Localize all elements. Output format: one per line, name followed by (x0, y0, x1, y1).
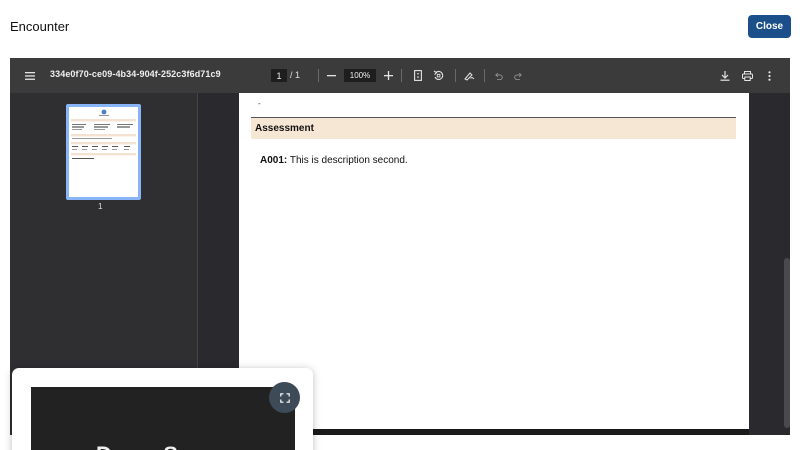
pip-preview-text: Demo Ser (96, 442, 199, 450)
dialog-header: Encounter Close (0, 0, 800, 54)
download-icon[interactable] (718, 58, 732, 93)
draw-icon[interactable] (462, 58, 476, 93)
page-text-dash: - (258, 99, 261, 108)
pip-video[interactable]: Demo Ser (31, 387, 295, 450)
toolbar-divider (318, 69, 319, 82)
undo-icon[interactable] (492, 58, 504, 93)
page-bottom-edge (239, 429, 749, 435)
plus-icon[interactable] (382, 58, 394, 93)
section-heading: Assessment (251, 118, 736, 139)
toolbar-divider (484, 69, 485, 82)
scrollbar-thumb[interactable] (784, 258, 790, 428)
assessment-description: This is description second. (287, 155, 408, 166)
more-vert-icon[interactable] (763, 58, 775, 93)
toolbar-divider (401, 69, 402, 82)
document-filename: 334e0f70-ce09-4b34-904f-252c3f6d71c9 (50, 69, 221, 79)
fit-page-icon[interactable] (412, 58, 424, 93)
pdf-toolbar: 334e0f70-ce09-4b34-904f-252c3f6d71c9 1 /… (10, 58, 790, 93)
assessment-code: A001: (260, 155, 288, 166)
assessment-entry: A001: This is description second. (260, 155, 408, 166)
print-icon[interactable] (739, 58, 755, 93)
redo-icon[interactable] (512, 58, 524, 93)
zoom-level-input[interactable]: 100% (344, 69, 376, 82)
page-thumbnail[interactable] (66, 104, 141, 200)
encounter-dialog: Encounter Close 334e0f70-ce09-4b34-904f-… (0, 0, 800, 450)
document-page: - Assessment A001: This is description s… (239, 93, 749, 429)
dialog-title: Encounter (10, 19, 70, 34)
close-button[interactable]: Close (748, 15, 791, 38)
minus-icon[interactable] (325, 58, 337, 93)
thumbnail-page-number: 1 (98, 202, 103, 211)
rotate-icon[interactable] (431, 58, 445, 93)
menu-icon[interactable] (22, 58, 38, 93)
pip-video-card: Demo Ser (12, 368, 313, 450)
toolbar-divider (455, 69, 456, 82)
page-total: / 1 (290, 70, 301, 80)
page-number-input[interactable]: 1 (271, 69, 287, 82)
fullscreen-icon[interactable] (269, 382, 300, 413)
